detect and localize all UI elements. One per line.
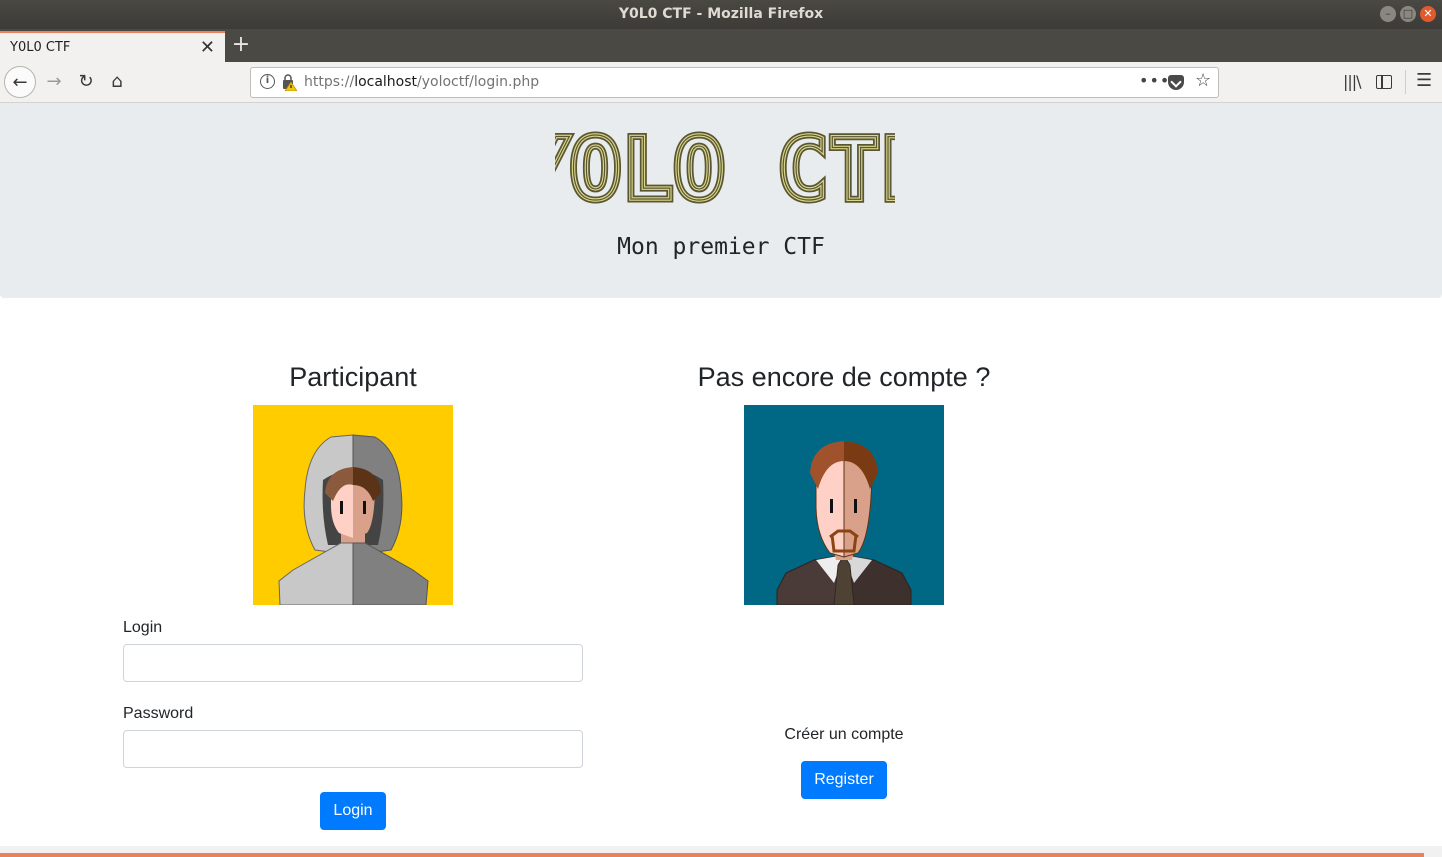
- create-account-text: Créer un compte: [784, 726, 904, 743]
- svg-text:YOLO CTF: YOLO CTF: [555, 127, 895, 207]
- reload-icon[interactable]: ↻: [70, 66, 102, 98]
- bookmark-star-icon[interactable]: ☆: [1195, 70, 1211, 91]
- toolbar-separator: [1405, 70, 1406, 94]
- hamburger-menu-icon[interactable]: ☰: [1416, 70, 1432, 91]
- maximize-button[interactable]: □: [1400, 6, 1416, 22]
- site-logo: YOLO CTF YOLO CTF YOLO CTF: [555, 127, 895, 207]
- browser-tab[interactable]: Y0L0 CTF ✕: [0, 31, 225, 62]
- page-bottom-bar: [0, 846, 1442, 857]
- url-path: /yoloctf/login.php: [417, 74, 540, 90]
- pocket-icon[interactable]: [1168, 75, 1184, 90]
- participant-avatar: [253, 405, 453, 605]
- sidebar-icon[interactable]: [1376, 75, 1392, 89]
- home-icon[interactable]: ⌂: [101, 66, 133, 98]
- register-avatar: [744, 405, 944, 605]
- tab-strip: Y0L0 CTF ✕ +: [0, 29, 1442, 62]
- login-panel-title: Participant: [289, 362, 417, 392]
- url-text[interactable]: https://localhost/yoloctf/login.php: [304, 74, 539, 90]
- url-scheme: https://: [304, 74, 355, 90]
- back-icon[interactable]: ←: [4, 66, 36, 98]
- insecure-lock-icon[interactable]: [281, 73, 297, 91]
- register-panel: Pas encore de compte ? Créer un compte R…: [614, 362, 1074, 799]
- login-label: Login: [123, 619, 163, 636]
- password-input[interactable]: [123, 730, 583, 768]
- page-viewport: YOLO CTF YOLO CTF YOLO CTF Mon premier C…: [0, 103, 1442, 857]
- forward-icon[interactable]: →: [38, 66, 70, 98]
- register-panel-title: Pas encore de compte ?: [697, 362, 991, 392]
- navigation-toolbar: ← → ↻ ⌂ i https://localhost/yoloctf/logi…: [0, 62, 1442, 103]
- tab-title: Y0L0 CTF: [10, 40, 71, 55]
- window-titlebar: Y0L0 CTF - Mozilla Firefox – □ ✕: [0, 0, 1442, 29]
- library-icon[interactable]: |||\: [1343, 72, 1362, 91]
- new-tab-button[interactable]: +: [230, 31, 252, 59]
- url-bar[interactable]: i https://localhost/yoloctf/login.php ••…: [250, 67, 1219, 98]
- close-window-button[interactable]: ✕: [1420, 6, 1436, 22]
- close-tab-icon[interactable]: ✕: [200, 37, 215, 58]
- info-icon[interactable]: i: [260, 74, 275, 89]
- page-actions-icon[interactable]: •••: [1139, 71, 1170, 90]
- window-title: Y0L0 CTF - Mozilla Firefox: [618, 6, 824, 22]
- login-panel: Participant Login Password Login: [123, 362, 583, 830]
- password-label: Password: [123, 705, 194, 722]
- login-button[interactable]: Login: [320, 792, 386, 830]
- header-jumbotron: YOLO CTF YOLO CTF YOLO CTF Mon premier C…: [0, 103, 1442, 298]
- login-input[interactable]: [123, 644, 583, 682]
- minimize-button[interactable]: –: [1380, 6, 1396, 22]
- site-subtitle: Mon premier CTF: [617, 234, 825, 260]
- register-button[interactable]: Register: [801, 761, 887, 799]
- url-host: localhost: [354, 74, 418, 90]
